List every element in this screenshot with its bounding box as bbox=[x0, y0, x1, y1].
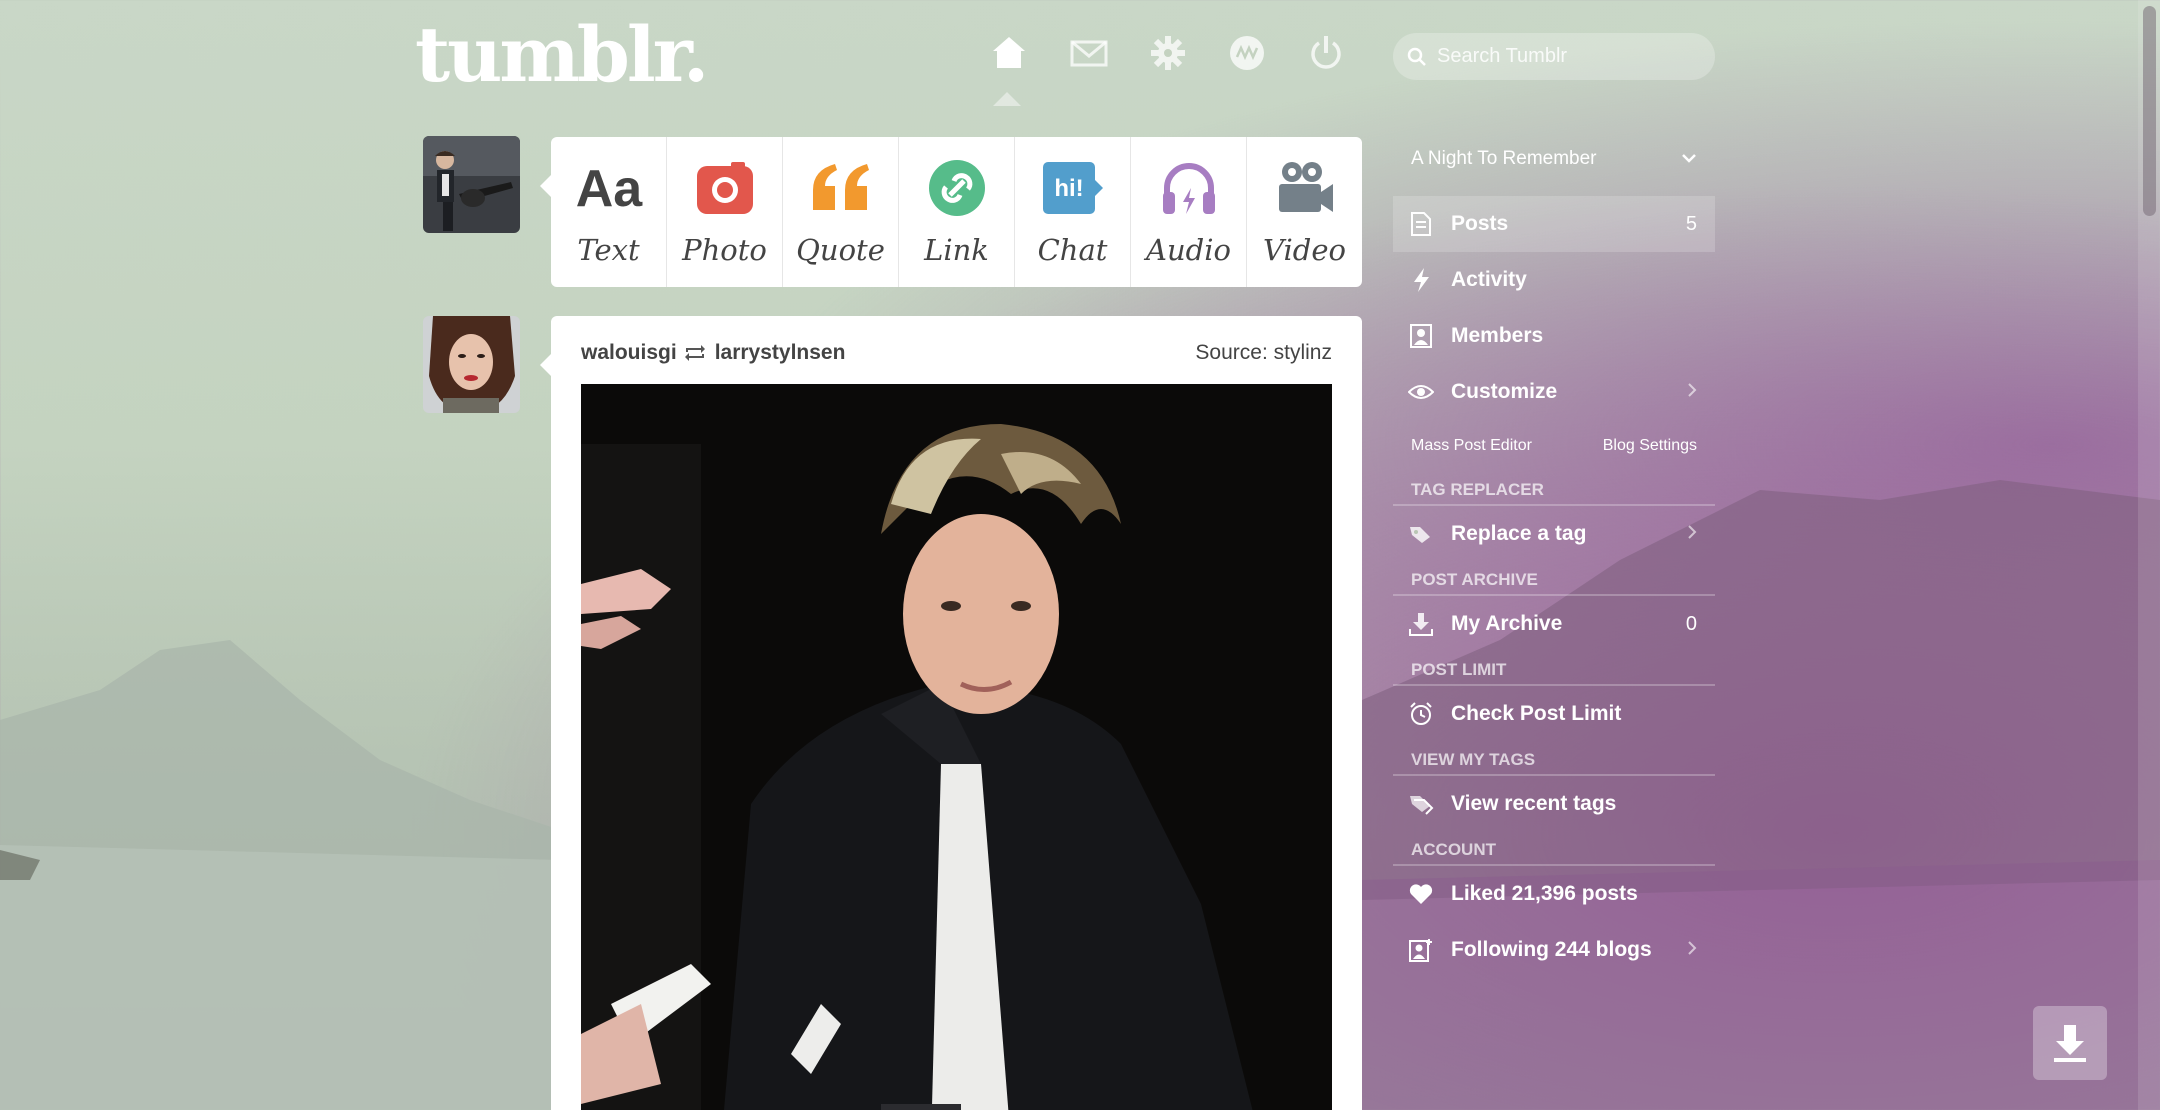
new-audio-post-button[interactable]: Audio bbox=[1131, 137, 1247, 287]
text-icon: Aa bbox=[575, 160, 643, 218]
home-icon[interactable] bbox=[986, 30, 1032, 76]
eye-icon bbox=[1407, 378, 1435, 406]
download-icon bbox=[1407, 610, 1435, 638]
new-chat-post-button[interactable]: hi! Chat bbox=[1015, 137, 1131, 287]
heart-icon bbox=[1407, 880, 1435, 908]
post-archive-heading: Post Archive bbox=[1393, 562, 1715, 596]
post-author-link[interactable]: walouisgi bbox=[581, 341, 677, 365]
tags-icon bbox=[1407, 790, 1435, 818]
svg-text:Aa: Aa bbox=[575, 160, 643, 218]
archive-count: 0 bbox=[1685, 612, 1697, 635]
posts-count: 5 bbox=[1685, 212, 1697, 235]
post-header: walouisgi larrystylnsen Source: stylinz bbox=[581, 338, 1332, 368]
new-text-post-button[interactable]: Aa Text bbox=[551, 137, 667, 287]
tumblr-logo[interactable]: tumblr. bbox=[415, 10, 709, 99]
page-scrollbar[interactable] bbox=[2138, 0, 2160, 1110]
source-label: Source: bbox=[1195, 341, 1268, 364]
mass-post-editor-link[interactable]: Mass Post Editor bbox=[1411, 437, 1532, 455]
explore-icon[interactable] bbox=[1224, 30, 1270, 76]
sidebar-item-following[interactable]: Following 244 blogs bbox=[1393, 922, 1715, 978]
sidebar-item-likes[interactable]: Liked 21,396 posts bbox=[1393, 866, 1715, 922]
sidebar-item-customize[interactable]: Customize bbox=[1393, 364, 1715, 420]
blog-selector[interactable]: A Night To Remember bbox=[1393, 133, 1715, 185]
search-input[interactable] bbox=[1437, 45, 1697, 68]
lightning-icon bbox=[1407, 266, 1435, 294]
chevron-right-icon bbox=[1687, 522, 1697, 546]
post-author-avatar[interactable] bbox=[423, 316, 520, 413]
active-nav-indicator bbox=[993, 92, 1021, 106]
blog-links: Mass Post Editor Blog Settings bbox=[1393, 420, 1715, 472]
post-photo[interactable] bbox=[581, 384, 1332, 1110]
gear-icon[interactable] bbox=[1145, 30, 1191, 76]
source-link[interactable]: stylinz bbox=[1274, 341, 1332, 364]
blog-settings-link[interactable]: Blog Settings bbox=[1603, 437, 1697, 455]
video-camera-icon bbox=[1278, 162, 1333, 212]
new-video-post-button[interactable]: Video bbox=[1247, 137, 1362, 287]
headphones-icon bbox=[1162, 163, 1215, 214]
sidebar-item-members[interactable]: Members bbox=[1393, 308, 1715, 364]
sidebar: A Night To Remember Posts 5 Activity Mem… bbox=[1393, 133, 1715, 978]
download-button[interactable] bbox=[2033, 1006, 2107, 1080]
members-icon bbox=[1407, 322, 1435, 350]
chevron-right-icon bbox=[1687, 938, 1697, 962]
power-icon[interactable] bbox=[1303, 30, 1349, 76]
search-bar[interactable] bbox=[1393, 33, 1715, 80]
chevron-down-icon bbox=[1681, 148, 1697, 170]
post-card: walouisgi larrystylnsen Source: stylinz bbox=[540, 316, 1362, 1110]
tag-icon bbox=[1407, 520, 1435, 548]
chat-icon: hi! bbox=[1042, 162, 1103, 214]
post-type-bar: Aa Text Photo Quote Link hi! Chat Audio … bbox=[540, 137, 1362, 287]
quote-icon bbox=[812, 164, 869, 210]
sidebar-item-view-recent-tags[interactable]: View recent tags bbox=[1393, 776, 1715, 832]
sidebar-item-replace-tag[interactable]: Replace a tag bbox=[1393, 506, 1715, 562]
new-quote-post-button[interactable]: Quote bbox=[783, 137, 899, 287]
camera-icon bbox=[696, 162, 753, 214]
scrollbar-thumb[interactable] bbox=[2143, 6, 2156, 216]
post-source: Source: stylinz bbox=[1195, 341, 1332, 365]
chevron-right-icon bbox=[1687, 380, 1697, 404]
blog-name: A Night To Remember bbox=[1411, 148, 1597, 169]
post-limit-heading: Post Limit bbox=[1393, 652, 1715, 686]
user-avatar[interactable] bbox=[423, 136, 520, 233]
sidebar-item-activity[interactable]: Activity bbox=[1393, 252, 1715, 308]
following-icon bbox=[1407, 936, 1435, 964]
document-icon bbox=[1407, 210, 1435, 238]
clock-icon bbox=[1407, 700, 1435, 728]
new-photo-post-button[interactable]: Photo bbox=[667, 137, 783, 287]
link-icon bbox=[928, 160, 985, 216]
download-icon bbox=[2054, 1025, 2086, 1062]
tag-replacer-heading: Tag Replacer bbox=[1393, 472, 1715, 506]
sidebar-item-check-post-limit[interactable]: Check Post Limit bbox=[1393, 686, 1715, 742]
sidebar-item-posts[interactable]: Posts 5 bbox=[1393, 196, 1715, 252]
reblog-icon bbox=[683, 343, 707, 363]
sidebar-item-my-archive[interactable]: My Archive 0 bbox=[1393, 596, 1715, 652]
new-link-post-button[interactable]: Link bbox=[899, 137, 1015, 287]
account-heading: Account bbox=[1393, 832, 1715, 866]
reblogged-from-link[interactable]: larrystylnsen bbox=[715, 341, 846, 365]
view-my-tags-heading: View My Tags bbox=[1393, 742, 1715, 776]
svg-text:hi!: hi! bbox=[1054, 175, 1083, 202]
search-icon bbox=[1407, 47, 1426, 66]
mail-icon[interactable] bbox=[1066, 30, 1112, 76]
